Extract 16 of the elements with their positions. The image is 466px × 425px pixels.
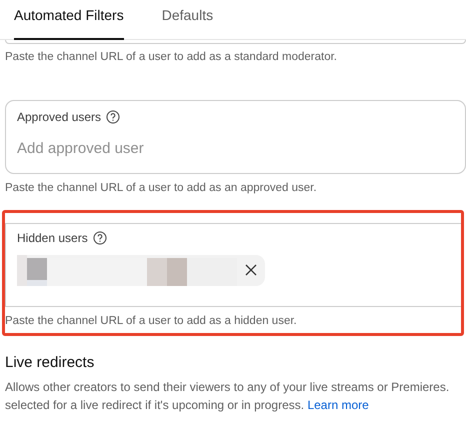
- text-field[interactable]: Approved users Add approved user: [5, 100, 466, 174]
- section-title: Live redirects: [5, 354, 96, 372]
- helper-text: Paste the channel URL of a user to add as a hidden user.: [5, 314, 298, 328]
- helper-text: Paste the channel URL of a user to add as a standard moderator.: [4, 50, 338, 65]
- helper-text: Paste the channel URL of a user to add as an approved user.: [4, 181, 318, 196]
- help-icon[interactable]: [106, 110, 120, 124]
- field-label: Approved users: [17, 109, 102, 126]
- approved-user-input[interactable]: Add approved user: [17, 138, 454, 161]
- field-label: Hidden users: [17, 230, 88, 246]
- help-icon[interactable]: [92, 230, 107, 244]
- description-text: Allows other creators to send their viewers to any of your live streams or Premieres. selected for a live redirect if it's upcoming or in progress. Learn more: [5, 378, 450, 414]
- tab[interactable]: Defaults: [162, 0, 214, 40]
- learn-more-link[interactable]: Learn more: [307, 398, 369, 412]
- text-field[interactable]: Hidden users: [5, 222, 461, 306]
- close-icon[interactable]: [245, 264, 257, 276]
- tab[interactable]: Automated Filters: [14, 0, 124, 40]
